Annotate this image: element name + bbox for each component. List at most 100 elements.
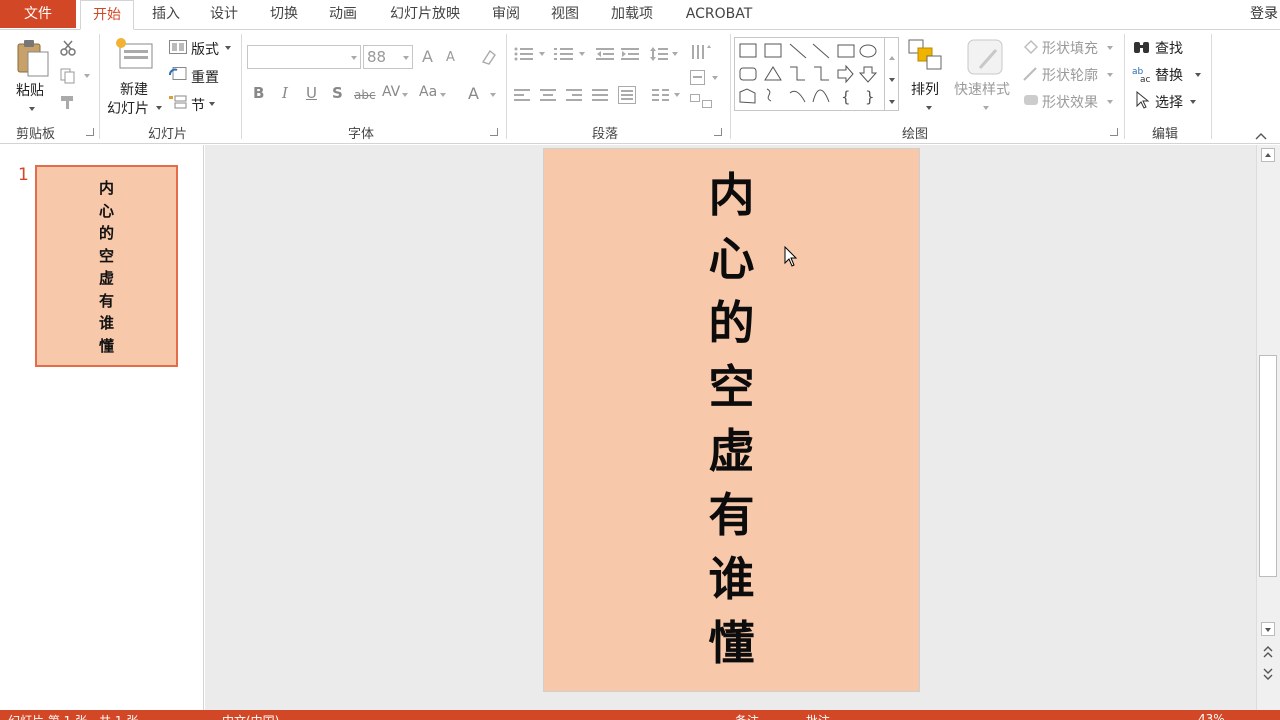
align-right-icon[interactable] xyxy=(566,88,582,106)
align-text-dropdown-icon[interactable] xyxy=(712,76,718,80)
tab-animations[interactable]: 动画 xyxy=(318,0,368,28)
character-spacing-button[interactable]: AV xyxy=(382,84,400,100)
format-painter-icon[interactable] xyxy=(60,94,78,114)
scroll-down-button[interactable] xyxy=(1261,622,1275,636)
replace-icon[interactable]: ab ac xyxy=(1132,65,1154,87)
paste-dropdown-icon[interactable] xyxy=(29,107,35,111)
previous-slide-icon[interactable] xyxy=(1263,645,1273,663)
tab-acrobat[interactable]: ACROBAT xyxy=(676,0,762,28)
shape-effects-icon[interactable] xyxy=(1022,92,1040,112)
font-color-dropdown-icon[interactable] xyxy=(490,93,496,97)
quick-styles-dropdown-icon[interactable] xyxy=(983,106,989,110)
next-slide-icon[interactable] xyxy=(1263,667,1273,685)
new-slide-label[interactable]: 新建 xyxy=(120,79,148,99)
gallery-more-icon[interactable] xyxy=(889,100,895,104)
font-size-input[interactable]: 88 xyxy=(363,45,413,69)
shape-outline-icon[interactable] xyxy=(1022,66,1040,86)
shape-effects-dropdown-icon[interactable] xyxy=(1107,100,1113,104)
line-spacing-icon[interactable] xyxy=(650,46,668,66)
scroll-thumb[interactable] xyxy=(1259,355,1277,577)
layout-button[interactable]: 版式 xyxy=(191,39,219,59)
character-spacing-dropdown-icon[interactable] xyxy=(402,93,408,97)
text-shadow-button[interactable]: S xyxy=(332,84,343,102)
tab-addins[interactable]: 加载项 xyxy=(600,0,664,28)
tab-slideshow[interactable]: 幻灯片放映 xyxy=(380,0,470,28)
shapes-gallery[interactable]: { } xyxy=(734,37,899,111)
layout-dropdown-icon[interactable] xyxy=(225,46,231,50)
distributed-icon[interactable] xyxy=(618,86,636,108)
comments-button[interactable]: 批注 xyxy=(806,712,830,720)
slide-thumbnail[interactable]: 内心的空虚有谁懂 xyxy=(35,165,178,367)
reset-button[interactable]: 重置 xyxy=(191,67,219,87)
new-slide-icon[interactable] xyxy=(114,36,154,76)
new-slide-dropdown-icon[interactable] xyxy=(156,106,162,110)
increase-indent-icon[interactable] xyxy=(621,46,639,66)
arrange-button[interactable]: 排列 xyxy=(911,79,939,99)
login-link[interactable]: 登录 xyxy=(1250,3,1278,23)
slide-canvas[interactable]: 内心的空虚有谁懂 xyxy=(543,148,920,692)
arrange-icon[interactable] xyxy=(908,38,944,76)
shape-fill-icon[interactable] xyxy=(1022,39,1040,59)
bullets-icon[interactable] xyxy=(514,46,534,66)
columns-icon[interactable] xyxy=(652,88,670,106)
replace-button[interactable]: 替换 xyxy=(1155,65,1183,85)
font-size-dropdown-icon[interactable] xyxy=(403,56,409,60)
section-dropdown-icon[interactable] xyxy=(209,102,215,106)
clipboard-launcher-icon[interactable] xyxy=(86,128,94,136)
copy-icon[interactable] xyxy=(60,68,76,88)
bullets-dropdown-icon[interactable] xyxy=(539,52,545,56)
tab-review[interactable]: 审阅 xyxy=(482,0,530,28)
numbering-dropdown-icon[interactable] xyxy=(579,52,585,56)
gallery-down-icon[interactable] xyxy=(889,78,895,82)
numbering-icon[interactable] xyxy=(554,46,574,66)
language-status[interactable]: 中文(中国) xyxy=(222,712,279,720)
strikethrough-button[interactable]: abc xyxy=(354,88,376,102)
bold-button[interactable]: B xyxy=(253,84,264,102)
font-color-button[interactable]: A xyxy=(468,84,479,103)
align-text-icon[interactable] xyxy=(690,70,712,90)
arrange-dropdown-icon[interactable] xyxy=(926,106,932,110)
zoom-level[interactable]: 43% xyxy=(1198,712,1225,720)
copy-dropdown-icon[interactable] xyxy=(84,74,90,78)
tab-file[interactable]: 文件 xyxy=(0,0,76,28)
font-launcher-icon[interactable] xyxy=(490,128,498,136)
underline-button[interactable]: U xyxy=(306,84,317,102)
shape-outline-dropdown-icon[interactable] xyxy=(1107,73,1113,77)
slide-vertical-text[interactable]: 内心的空虚有谁懂 xyxy=(544,163,919,675)
shrink-font-icon[interactable]: A xyxy=(446,50,455,65)
new-slide-button[interactable]: 幻灯片 xyxy=(107,98,149,118)
quick-styles-icon[interactable] xyxy=(966,38,1006,82)
tab-view[interactable]: 视图 xyxy=(541,0,589,28)
text-direction-icon[interactable] xyxy=(690,44,712,66)
font-family-input[interactable] xyxy=(247,45,361,69)
scroll-up-button[interactable] xyxy=(1261,148,1275,162)
shape-fill-button[interactable]: 形状填充 xyxy=(1042,38,1098,58)
tab-transitions[interactable]: 切换 xyxy=(259,0,309,28)
cut-icon[interactable] xyxy=(60,40,76,60)
select-dropdown-icon[interactable] xyxy=(1190,100,1196,104)
change-case-button[interactable]: Aa xyxy=(419,84,437,100)
grow-font-icon[interactable]: A xyxy=(422,47,433,66)
tab-design[interactable]: 设计 xyxy=(200,0,248,28)
quick-styles-button[interactable]: 快速样式 xyxy=(954,79,1010,99)
paste-icon[interactable] xyxy=(16,38,52,82)
shape-outline-button[interactable]: 形状轮廓 xyxy=(1042,65,1098,85)
clear-formatting-icon[interactable] xyxy=(480,48,498,70)
replace-dropdown-icon[interactable] xyxy=(1195,73,1201,77)
tab-home[interactable]: 开始 xyxy=(80,0,134,30)
decrease-indent-icon[interactable] xyxy=(596,46,614,66)
notes-button[interactable]: 备注 xyxy=(735,712,759,720)
shape-effects-button[interactable]: 形状效果 xyxy=(1042,92,1098,112)
font-family-dropdown-icon[interactable] xyxy=(351,56,357,60)
paragraph-launcher-icon[interactable] xyxy=(714,128,722,136)
align-center-icon[interactable] xyxy=(540,88,556,106)
tab-insert[interactable]: 插入 xyxy=(142,0,190,28)
find-icon[interactable] xyxy=(1133,39,1151,59)
shape-fill-dropdown-icon[interactable] xyxy=(1107,46,1113,50)
align-left-icon[interactable] xyxy=(514,88,530,106)
find-button[interactable]: 查找 xyxy=(1155,38,1183,58)
gallery-scroll[interactable] xyxy=(884,38,898,110)
italic-button[interactable]: I xyxy=(282,84,288,102)
paste-button[interactable]: 粘贴 xyxy=(16,80,44,100)
columns-dropdown-icon[interactable] xyxy=(674,93,680,97)
